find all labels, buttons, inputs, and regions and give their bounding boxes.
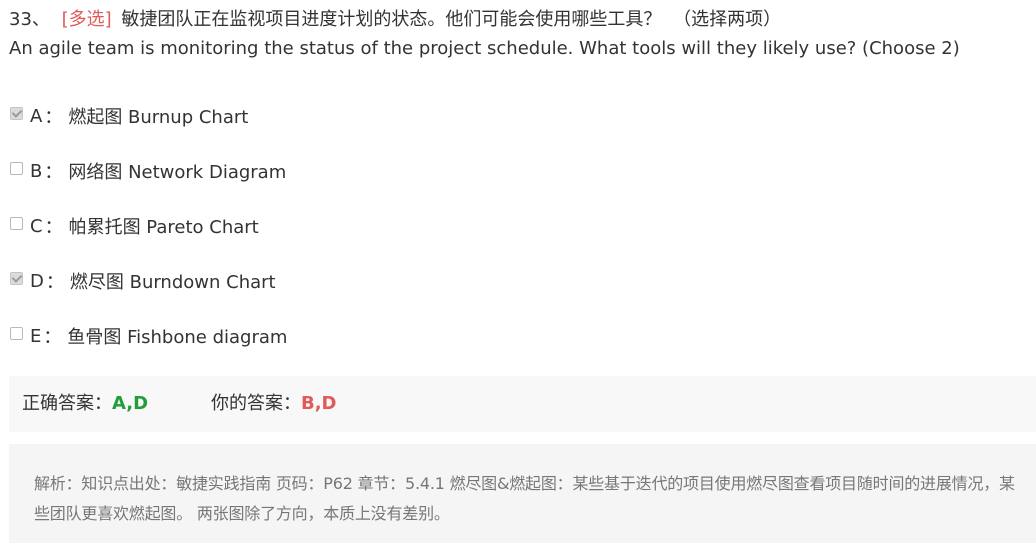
analysis-panel: 解析：知识点出处：敏捷实践指南 页码：P62 章节：5.4.1 燃尽图&燃起图：…: [9, 444, 1036, 543]
question-text-en: An agile team is monitoring the status o…: [9, 38, 960, 59]
option-c-text: 帕累托图 Pareto Chart: [68, 217, 259, 238]
option-b-colon: ：: [44, 162, 63, 183]
option-a-text: 燃起图 Burnup Chart: [68, 107, 249, 128]
option-c-checkbox[interactable]: [10, 216, 23, 230]
question-choice-note: （选择两项）: [673, 9, 782, 30]
your-answer-label: 你的答案：: [211, 393, 301, 414]
correct-answer: 正确答案：A,D: [22, 390, 148, 418]
option-d-letter: D: [30, 270, 44, 292]
option-d-text: 燃尽图 Burndown Chart: [69, 272, 276, 293]
option-b[interactable]: B ： 网络图 Network Diagram: [10, 157, 286, 185]
option-d-checkbox[interactable]: [10, 271, 23, 285]
option-b-checkbox[interactable]: [10, 161, 23, 175]
option-c-colon: ：: [44, 217, 63, 238]
correct-answer-label: 正确答案：: [22, 393, 112, 414]
analysis-text: 解析：知识点出处：敏捷实践指南 页码：P62 章节：5.4.1 燃尽图&燃起图：…: [34, 474, 1015, 523]
option-a-letter: A: [30, 105, 43, 127]
option-a-checkbox[interactable]: [10, 106, 23, 120]
your-answer: 你的答案：B,D: [211, 390, 337, 418]
option-e[interactable]: E ： 鱼骨图 Fishbone diagram: [10, 322, 287, 350]
option-c-letter: C: [30, 215, 43, 237]
question-number: 33、: [9, 9, 50, 30]
option-d-colon: ：: [45, 272, 64, 293]
option-e-colon: ：: [43, 327, 62, 348]
your-answer-value: B,D: [301, 393, 337, 414]
question-header: 33、 [多选] 敏捷团队正在监视项目进度计划的状态。他们可能会使用哪些工具？ …: [9, 6, 781, 34]
option-e-text: 鱼骨图 Fishbone diagram: [67, 327, 288, 348]
option-b-letter: B: [30, 160, 43, 182]
correct-answer-value: A,D: [112, 393, 149, 414]
option-b-text: 网络图 Network Diagram: [68, 162, 287, 183]
option-d[interactable]: D ： 燃尽图 Burndown Chart: [10, 267, 276, 295]
option-c[interactable]: C ： 帕累托图 Pareto Chart: [10, 212, 259, 240]
option-a[interactable]: A ： 燃起图 Burnup Chart: [10, 102, 248, 130]
question-type-tag: [多选]: [61, 9, 112, 30]
answer-panel: 正确答案：A,D 你的答案：B,D: [9, 376, 1036, 432]
option-e-letter: E: [30, 325, 42, 347]
question-text-zh: 敏捷团队正在监视项目进度计划的状态。他们可能会使用哪些工具？: [121, 9, 662, 30]
option-e-checkbox[interactable]: [10, 326, 23, 340]
option-a-colon: ：: [44, 107, 63, 128]
